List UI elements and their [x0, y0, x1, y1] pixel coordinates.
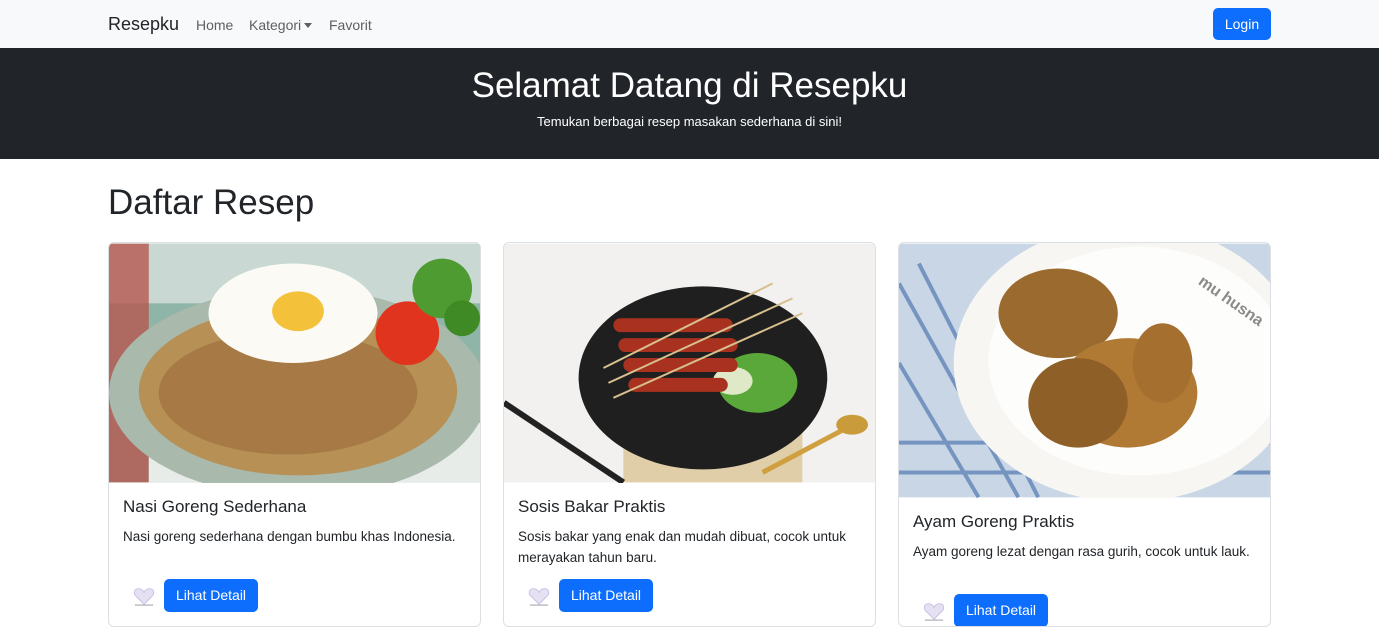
recipe-title: Ayam Goreng Praktis	[913, 512, 1075, 531]
caret-down-icon	[304, 23, 313, 28]
hero-banner: Selamat Datang di Resepku Temukan berbag…	[0, 48, 1379, 159]
nav-kategori-dropdown[interactable]: Kategori	[249, 17, 313, 33]
recipe-title: Nasi Goreng Sederhana	[123, 497, 307, 516]
heart-icon[interactable]	[528, 586, 550, 606]
recipe-description: Ayam goreng lezat dengan rasa gurih, coc…	[913, 544, 1250, 559]
navbar-brand[interactable]: Resepku	[108, 14, 179, 35]
recipe-image-sosis-bakar	[504, 243, 875, 483]
recipe-description: Sosis bakar yang enak dan mudah dibuat, …	[518, 529, 846, 565]
section-title: Daftar Resep	[108, 183, 315, 222]
detail-button[interactable]: Lihat Detail	[164, 579, 259, 612]
nav-home[interactable]: Home	[196, 17, 233, 33]
recipe-title: Sosis Bakar Praktis	[518, 497, 666, 516]
hero-title: Selamat Datang di Resepku	[471, 66, 908, 105]
heart-icon[interactable]	[923, 601, 945, 621]
login-button[interactable]: Login	[1213, 8, 1271, 40]
recipe-description: Nasi goreng sederhana dengan bumbu khas …	[123, 529, 456, 544]
heart-icon[interactable]	[133, 586, 155, 606]
recipe-image-nasi-goreng	[109, 243, 480, 483]
recipe-image-ayam-goreng: mu husna	[899, 243, 1270, 498]
recipe-card-nasi-goreng: Nasi Goreng Sederhana Nasi goreng sederh…	[108, 242, 481, 627]
nav-favorit[interactable]: Favorit	[329, 17, 372, 33]
detail-button[interactable]: Lihat Detail	[954, 594, 1049, 626]
hero-subtitle: Temukan berbagai resep masakan sederhana…	[537, 114, 842, 129]
recipe-card-ayam-goreng: mu husna Ayam Goreng Praktis Ayam goreng…	[898, 242, 1271, 627]
recipe-card-sosis-bakar: Sosis Bakar Praktis Sosis bakar yang ena…	[503, 242, 876, 627]
navbar: Resepku Home Kategori Favorit Login	[0, 0, 1379, 48]
detail-button[interactable]: Lihat Detail	[559, 579, 654, 612]
nav-kategori-label: Kategori	[249, 17, 302, 33]
